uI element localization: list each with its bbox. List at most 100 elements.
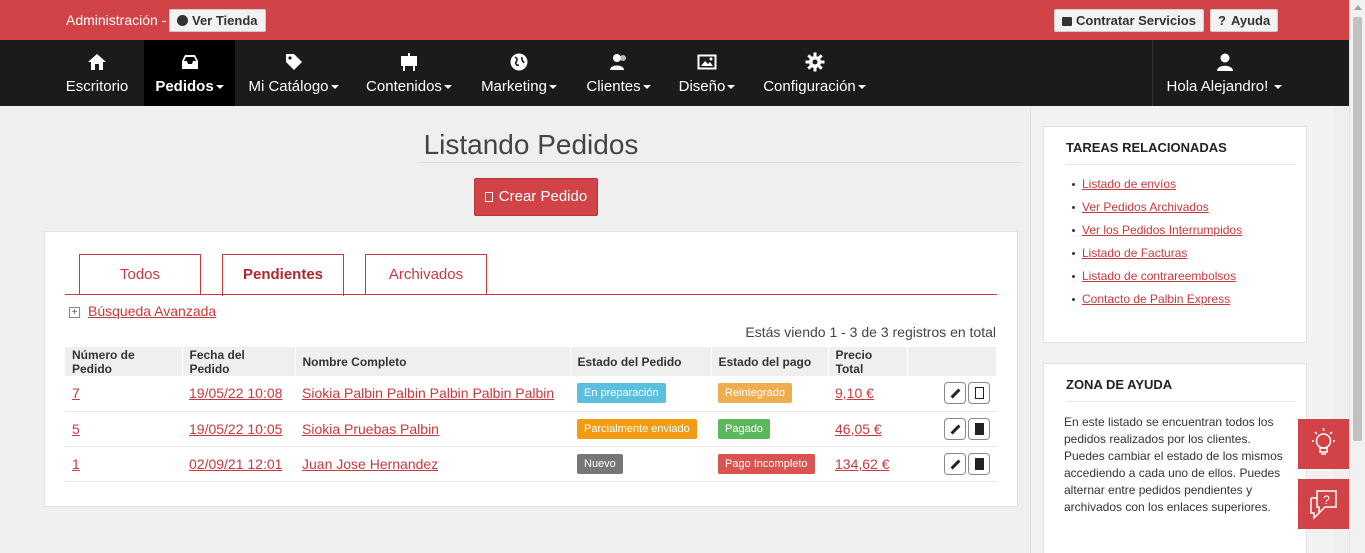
help-zone-box: ZONA DE AYUDA En este listado se encuent…	[1043, 363, 1307, 553]
nav-item-diseno[interactable]: Diseño	[665, 40, 749, 106]
order-number-link[interactable]: 1	[72, 456, 80, 472]
nav-label: Escritorio	[65, 78, 129, 95]
task-link[interactable]: Ver Pedidos Archivados	[1082, 200, 1209, 214]
users-icon	[609, 54, 626, 70]
column-header[interactable]: Fecha del Pedido	[182, 347, 296, 376]
customer-name-cell: Siokia Pruebas Palbin	[295, 411, 570, 447]
help-label: Ayuda	[1230, 13, 1271, 28]
nav-label: Mi Catálogo	[248, 78, 329, 95]
total-price-cell: 134,62 €	[828, 446, 907, 482]
caret-down-icon	[1274, 85, 1283, 90]
create-order-button[interactable]: Crear Pedido	[474, 178, 598, 216]
column-header[interactable]: Nombre Completo	[295, 347, 571, 376]
user-menu[interactable]: Hola Alejandro!	[1152, 40, 1296, 106]
total-price-link[interactable]: 9,10 €	[835, 385, 874, 401]
caret-down-icon	[642, 85, 651, 90]
help-zone-text: En este listado se encuentran todos los …	[1064, 415, 1283, 514]
invoice-button[interactable]	[967, 382, 990, 405]
help-button[interactable]: ? Ayuda	[1210, 9, 1279, 32]
customer-name-link[interactable]: Siokia Palbin Palbin Palbin Palbin Palbi…	[302, 385, 554, 401]
pencil-icon	[950, 388, 960, 399]
pencil-icon	[950, 459, 960, 469]
scroll-up-icon[interactable]	[1354, 5, 1362, 10]
nav-item-escritorio[interactable]: Escritorio	[50, 40, 144, 106]
order-status-badge: Nuevo	[577, 453, 623, 474]
order-date-link[interactable]: 19/05/22 10:08	[189, 385, 282, 401]
list-item: Listado de Facturas	[1072, 246, 1306, 269]
order-date-link[interactable]: 19/05/22 10:05	[189, 421, 282, 437]
task-link[interactable]: Listado de contrareembolsos	[1082, 269, 1236, 283]
customer-name-cell: Siokia Palbin Palbin Palbin Palbin Palbi…	[295, 376, 570, 412]
tab-todos[interactable]: Todos	[79, 254, 201, 295]
tab-pendientes[interactable]: Pendientes	[222, 254, 344, 296]
nav-item-clientes[interactable]: Clientes	[572, 40, 665, 106]
total-price-link[interactable]: 46,05 €	[835, 421, 882, 437]
edit-order-button[interactable]	[943, 417, 966, 440]
list-item: Listado de envíos	[1072, 177, 1306, 200]
advanced-search-link[interactable]: Búsqueda Avanzada	[88, 303, 216, 319]
task-link[interactable]: Contacto de Palbin Express	[1082, 292, 1230, 306]
admin-label: Administración -	[66, 12, 167, 28]
records-count: Estás viendo 1 - 3 de 3 registros en tot…	[745, 324, 996, 340]
table-header-row: Número de Pedido Fecha del Pedido Nombre…	[65, 347, 997, 376]
column-header[interactable]: Estado del pago	[711, 347, 829, 376]
tab-archivados[interactable]: Archivados	[365, 254, 487, 295]
advanced-search[interactable]: + Búsqueda Avanzada	[69, 303, 216, 319]
payment-status-badge: Reintegrado	[718, 383, 792, 404]
main-navbar: Escritorio Pedidos Mi Catálogo Contenido…	[0, 40, 1349, 106]
list-item: Listado de contrareembolsos	[1072, 269, 1306, 292]
task-link[interactable]: Listado de envíos	[1082, 177, 1176, 191]
create-order-label: Crear Pedido	[498, 188, 588, 205]
order-date-link[interactable]: 02/09/21 12:01	[189, 456, 282, 472]
column-header[interactable]: Número de Pedido	[65, 347, 183, 376]
divider	[420, 162, 1020, 163]
globe-icon	[177, 15, 188, 26]
column-header[interactable]: Precio Total	[828, 347, 908, 376]
caret-down-icon	[443, 85, 452, 90]
invoice-button[interactable]	[967, 417, 990, 440]
invoice-button[interactable]	[967, 452, 990, 475]
payment-status-badge: Pagado	[718, 418, 770, 439]
nav-item-pedidos[interactable]: Pedidos	[144, 40, 235, 106]
actions-cell	[907, 411, 997, 447]
column-header[interactable]: Estado del Pedido	[570, 347, 712, 376]
task-link[interactable]: Listado de Facturas	[1082, 246, 1187, 260]
edit-order-button[interactable]	[943, 452, 966, 475]
file-icon	[974, 457, 984, 470]
help-zone-title: ZONA DE AYUDA	[1066, 377, 1296, 402]
nav-item-configuracion[interactable]: Configuración	[749, 40, 880, 106]
edit-order-button[interactable]	[943, 382, 966, 405]
order-number-link[interactable]: 5	[72, 421, 80, 437]
total-price-link[interactable]: 134,62 €	[835, 456, 890, 472]
expand-plus-icon[interactable]: +	[69, 307, 80, 318]
file-icon	[974, 422, 984, 435]
nav-label: Marketing	[481, 78, 547, 95]
order-date-cell: 19/05/22 10:08	[182, 376, 295, 412]
user-greeting: Hola Alejandro!	[1166, 78, 1269, 95]
inbox-icon	[181, 55, 198, 69]
caret-down-icon	[727, 85, 736, 90]
nav-label: Clientes	[586, 78, 641, 95]
nav-item-catalogo[interactable]: Mi Catálogo	[235, 40, 352, 106]
caret-down-icon	[215, 85, 224, 90]
scrollbar-thumb[interactable]	[1353, 17, 1362, 441]
order-status-badge: Parcialmente enviado	[577, 418, 697, 439]
view-store-button[interactable]: Ver Tienda	[169, 9, 266, 32]
related-tasks-list: Listado de envíos Ver Pedidos Archivados…	[1072, 177, 1306, 315]
column-header	[907, 347, 997, 376]
order-number-link[interactable]: 7	[72, 385, 80, 401]
nav-item-contenidos[interactable]: Contenidos	[352, 40, 466, 106]
nav-item-marketing[interactable]: Marketing	[466, 40, 572, 106]
order-status-cell: Parcialmente enviado	[570, 411, 711, 447]
scrollbar[interactable]	[1349, 0, 1365, 553]
payment-status-cell: Pagado	[711, 411, 828, 447]
customer-name-link[interactable]: Juan Jose Hernandez	[302, 456, 438, 472]
list-item: Contacto de Palbin Express	[1072, 292, 1306, 315]
support-button[interactable]: ?	[1298, 479, 1349, 529]
payment-status-cell: Reintegrado	[711, 376, 828, 412]
customer-name-link[interactable]: Siokia Pruebas Palbin	[302, 421, 439, 437]
ideas-button[interactable]	[1298, 419, 1349, 469]
hire-services-button[interactable]: Contratar Servicios	[1054, 9, 1204, 32]
actions-cell	[907, 376, 997, 412]
task-link[interactable]: Ver los Pedidos Interrumpidos	[1082, 223, 1242, 237]
